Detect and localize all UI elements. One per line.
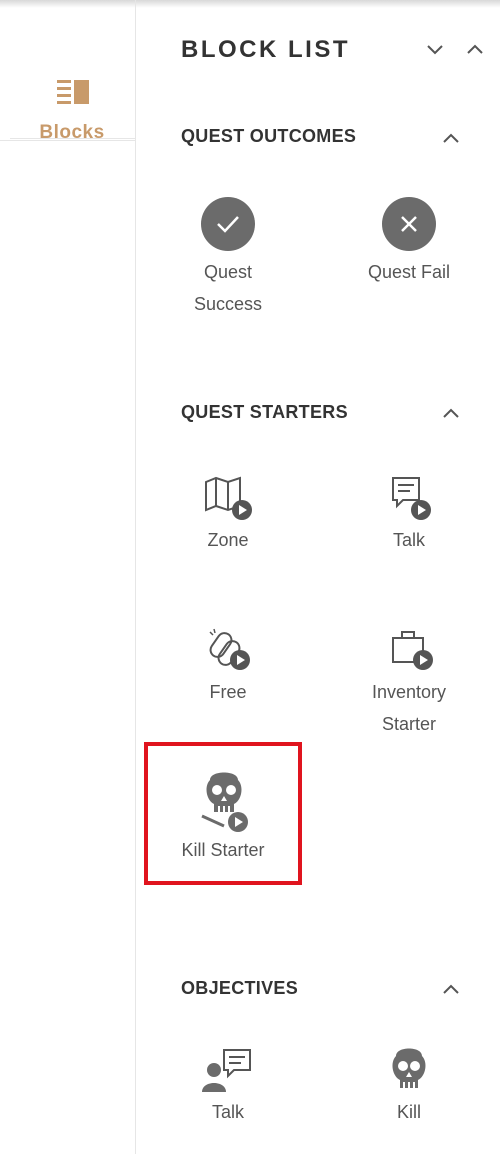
link-play-icon	[209, 628, 250, 670]
section-title-quest-outcomes: QUEST OUTCOMES	[181, 126, 357, 146]
block-label: Inventory	[371, 682, 447, 702]
briefcase-play-icon	[392, 631, 433, 670]
skull-play-icon	[201, 772, 248, 832]
chevron-down-icon[interactable]	[424, 38, 446, 60]
blocks-list-icon	[57, 80, 89, 104]
rail-divider	[135, 0, 136, 1154]
blocks-tab-label: Blocks	[39, 122, 105, 143]
panel-title: BLOCK LIST	[181, 36, 350, 63]
map-play-icon	[205, 476, 252, 520]
block-quest-success[interactable]: Quest Success	[153, 196, 303, 320]
chevron-up-icon[interactable]	[464, 38, 486, 60]
block-label: Free	[209, 682, 247, 702]
block-quest-fail[interactable]: Quest Fail	[334, 196, 484, 288]
section-title-quest-starters: QUEST STARTERS	[181, 402, 348, 422]
block-label-line2: Starter	[381, 714, 437, 734]
block-label: Talk	[211, 1102, 244, 1122]
block-label-line2: Success	[193, 294, 263, 314]
rail-tab-underline	[10, 138, 136, 139]
block-inventory-starter[interactable]: Inventory Starter	[334, 626, 484, 740]
block-kill-starter[interactable]: Kill Starter	[148, 772, 298, 866]
blocks-tab[interactable]: Blocks	[0, 30, 136, 143]
skull-icon	[392, 1048, 426, 1088]
block-zone-starter[interactable]: Zone	[153, 474, 303, 556]
collapse-objectives-icon[interactable]	[440, 981, 462, 997]
check-circle-icon	[201, 197, 255, 251]
block-free-starter[interactable]: Free	[153, 626, 303, 708]
left-rail: Blocks	[0, 0, 136, 1154]
speech-play-icon	[392, 477, 431, 520]
section-title-objectives: OBJECTIVES	[181, 978, 299, 998]
block-label: Kill	[396, 1102, 421, 1122]
block-talk-starter[interactable]: Talk	[334, 474, 484, 556]
block-label: Kill Starter	[181, 840, 265, 860]
collapse-quest-starters-icon[interactable]	[440, 405, 462, 421]
person-speech-icon	[202, 1049, 251, 1092]
x-circle-icon	[382, 197, 436, 251]
block-label: Zone	[207, 530, 249, 550]
block-label: Talk	[392, 530, 425, 550]
block-kill-objective[interactable]: Kill	[334, 1046, 484, 1128]
block-label: Quest	[203, 262, 253, 282]
collapse-quest-outcomes-icon[interactable]	[440, 130, 462, 146]
block-talk-objective[interactable]: Talk	[153, 1046, 303, 1128]
block-label: Quest Fail	[367, 262, 451, 282]
